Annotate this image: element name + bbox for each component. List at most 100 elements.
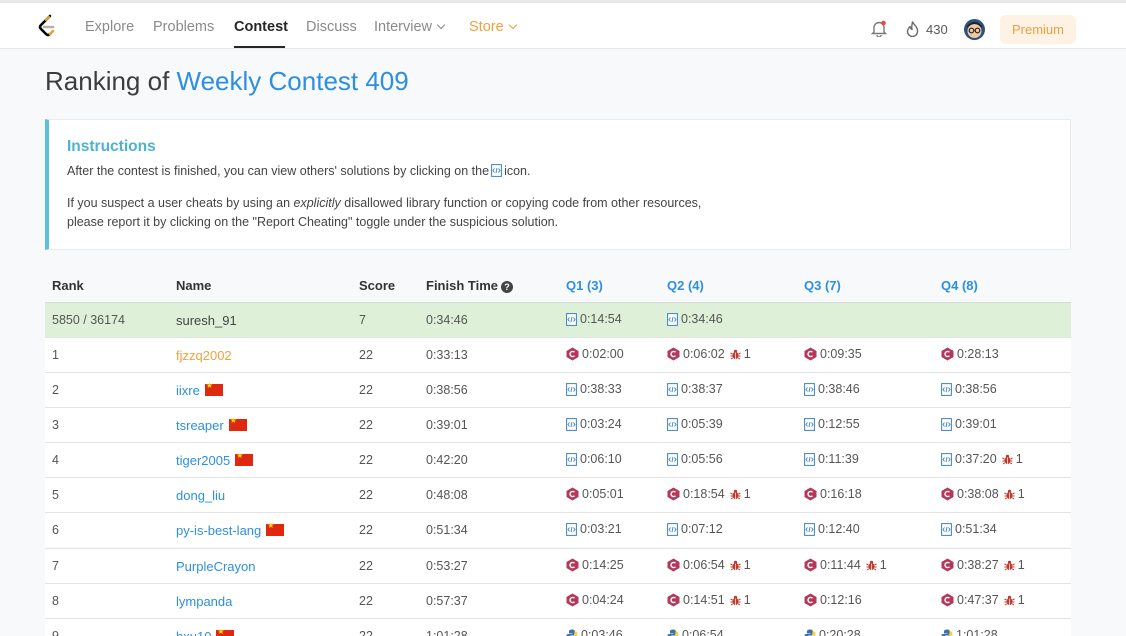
cpp-language-icon[interactable]: [566, 347, 579, 361]
username-link[interactable]: lympanda: [176, 594, 232, 609]
nav-discuss[interactable]: Discuss: [306, 19, 357, 35]
rank-cell: 3: [52, 418, 59, 432]
q4-time: 0:39:01: [955, 417, 997, 431]
question-mark-icon[interactable]: ?: [501, 281, 513, 293]
q2-cell: 0:34:46: [667, 312, 723, 326]
q2-time: 0:07:12: [681, 522, 723, 536]
code-file-icon[interactable]: [667, 417, 678, 431]
cpp-language-icon[interactable]: [566, 487, 579, 501]
q3-cell: 0:09:35: [804, 347, 862, 361]
score-cell: 22: [359, 488, 373, 502]
user-avatar[interactable]: [964, 19, 985, 40]
code-file-icon[interactable]: [941, 382, 952, 396]
code-file-icon[interactable]: [566, 522, 577, 536]
username-link[interactable]: PurpleCrayon: [176, 559, 256, 574]
code-file-icon[interactable]: [566, 312, 577, 326]
instructions-line-2-b: disallowed library function or copying c…: [340, 196, 702, 210]
cpp-language-icon[interactable]: [804, 347, 817, 361]
username-link[interactable]: py-is-best-lang: [176, 521, 285, 538]
code-file-icon[interactable]: [941, 417, 952, 431]
cpp-language-icon[interactable]: [941, 487, 954, 501]
username-link[interactable]: fjzzq2002: [176, 348, 232, 363]
python-language-icon[interactable]: [667, 629, 679, 636]
q2-cell: 0:18:54 1: [667, 487, 751, 501]
instructions-line-3: please report it by clicking on the "Rep…: [67, 215, 559, 229]
username-link[interactable]: tiger2005: [176, 451, 254, 468]
nav-problems[interactable]: Problems: [153, 19, 214, 35]
bell-icon[interactable]: [871, 20, 887, 37]
score-cell: 22: [359, 559, 373, 573]
q2-time: 0:38:37: [681, 382, 723, 396]
nav-explore[interactable]: Explore: [85, 19, 134, 35]
flame-icon[interactable]: [906, 21, 919, 37]
username-link[interactable]: dong_liu: [176, 488, 225, 503]
code-file-icon[interactable]: [667, 452, 678, 466]
contest-link[interactable]: Weekly Contest 409: [177, 66, 409, 96]
username-link[interactable]: hxu10: [176, 627, 235, 636]
q2-time: 0:05:39: [681, 417, 723, 431]
nav-contest[interactable]: Contest: [234, 19, 288, 35]
cpp-language-icon[interactable]: [667, 593, 680, 607]
table-row: 7 PurpleCrayon 22 0:53:27 0:14:25 0:06:54 1 0:1…: [45, 548, 1071, 583]
python-language-icon[interactable]: [566, 629, 578, 636]
code-file-icon[interactable]: [804, 522, 815, 536]
username-text: tsreaper: [176, 418, 224, 433]
q1-cell: 0:02:00: [566, 347, 624, 361]
cpp-language-icon[interactable]: [667, 347, 680, 361]
q4-time: 1:01:28: [956, 628, 998, 636]
rank-cell: 5850 / 36174: [52, 313, 125, 327]
title-prefix: Ranking of: [45, 66, 177, 96]
nav-store[interactable]: Store: [469, 19, 517, 35]
cpp-language-icon[interactable]: [566, 593, 579, 607]
cpp-language-icon[interactable]: [804, 487, 817, 501]
cpp-language-icon[interactable]: [667, 558, 680, 572]
q1-time: 0:03:21: [580, 522, 622, 536]
username-link[interactable]: suresh_91: [176, 313, 237, 328]
cpp-language-icon[interactable]: [804, 558, 817, 572]
rank-cell: 5: [52, 488, 59, 502]
q4-cell: 0:28:13: [941, 347, 999, 361]
wrong-submissions-count: 1: [743, 558, 751, 572]
premium-button[interactable]: Premium: [1000, 15, 1076, 44]
username-text: iixre: [176, 383, 200, 398]
q1-cell: 0:14:54: [566, 312, 622, 326]
code-file-icon[interactable]: [566, 452, 577, 466]
code-file-icon[interactable]: [667, 312, 678, 326]
code-file-icon[interactable]: [804, 382, 815, 396]
wrong-submissions-count: 1: [1017, 487, 1025, 501]
header-q3[interactable]: Q3 (7): [804, 278, 841, 293]
code-file-icon[interactable]: [667, 382, 678, 396]
q1-time: 0:04:24: [582, 593, 624, 607]
q3-time: 0:12:40: [818, 522, 860, 536]
code-file-icon[interactable]: [566, 382, 577, 396]
score-cell: 22: [359, 629, 373, 636]
bug-icon: [1003, 560, 1015, 570]
code-file-icon[interactable]: [804, 452, 815, 466]
code-file-icon[interactable]: [566, 417, 577, 431]
code-file-icon[interactable]: [941, 522, 952, 536]
q1-cell: 0:05:01: [566, 487, 624, 501]
username-link[interactable]: iixre: [176, 381, 223, 398]
wrong-submissions-count: 1: [1017, 558, 1025, 572]
cpp-language-icon[interactable]: [941, 558, 954, 572]
q2-time: 0:14:51: [683, 593, 725, 607]
username-link[interactable]: tsreaper: [176, 416, 247, 433]
cpp-language-icon[interactable]: [566, 558, 579, 572]
instructions-line-2-a: If you suspect a user cheats by using an: [67, 196, 294, 210]
header-q2[interactable]: Q2 (4): [667, 278, 704, 293]
q3-time: 0:12:16: [820, 593, 862, 607]
nav-interview[interactable]: Interview: [374, 19, 446, 35]
leetcode-logo-icon[interactable]: [36, 14, 58, 38]
header-q4[interactable]: Q4 (8): [941, 278, 978, 293]
python-language-icon[interactable]: [804, 629, 816, 636]
cpp-language-icon[interactable]: [941, 593, 954, 607]
cpp-language-icon[interactable]: [667, 487, 680, 501]
cpp-language-icon[interactable]: [804, 593, 817, 607]
header-q1[interactable]: Q1 (3): [566, 278, 603, 293]
code-file-icon[interactable]: [941, 452, 952, 466]
q3-cell: 0:11:44 1: [804, 558, 887, 572]
code-file-icon[interactable]: [804, 417, 815, 431]
code-file-icon[interactable]: [667, 522, 678, 536]
cpp-language-icon[interactable]: [941, 347, 954, 361]
python-language-icon[interactable]: [941, 629, 953, 636]
